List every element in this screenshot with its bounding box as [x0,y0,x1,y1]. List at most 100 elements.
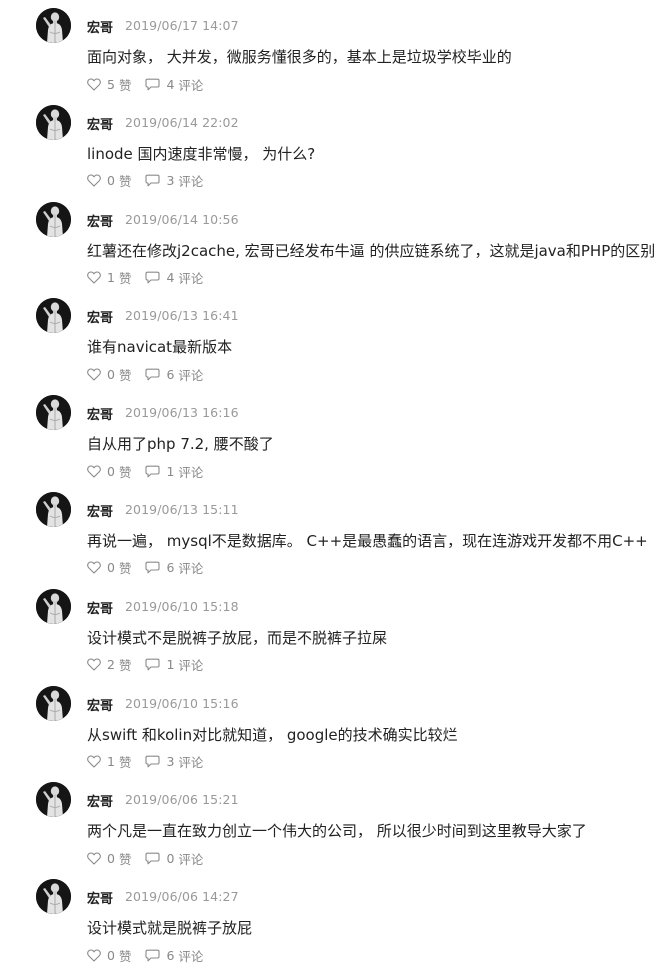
comment-button[interactable]: 6 评论 [145,946,203,965]
comment-label: 评论 [178,658,204,674]
post-timestamp: 2019/06/10 15:18 [125,598,239,614]
comment-icon [145,852,161,865]
avatar[interactable] [36,879,71,915]
comment-button[interactable]: 0 评论 [145,849,203,868]
heart-icon [87,271,101,284]
comment-label: 评论 [178,948,204,964]
author-name[interactable]: 宏哥 [87,598,113,617]
comment-icon [145,271,161,284]
post-content[interactable]: 谁有navicat最新版本 [87,336,232,357]
statue-avatar-icon [36,201,71,237]
comment-icon [145,949,161,962]
comment-count: 4 [166,76,175,92]
avatar[interactable] [36,782,71,818]
like-label: 赞 [118,174,132,190]
comment-button[interactable]: 1 评论 [145,655,203,674]
post-content[interactable]: 设计模式就是脱裤子放屁 [87,917,252,938]
avatar[interactable] [36,298,71,334]
post-content[interactable]: 从swift 和kolin对比就知道， google的技术确实比较烂 [87,724,458,745]
avatar[interactable] [36,395,71,431]
post-content[interactable]: 再说一遍， mysql不是数据库。 C++是最愚蠢的语言，现在连游戏开发都不用C… [87,530,648,551]
post-content[interactable]: 两个凡是一直在致力创立一个伟大的公司， 所以很少时间到这里教导大家了 [87,820,587,841]
post-actions: 0 赞 3 评论 [87,173,217,189]
like-button[interactable]: 0 赞 [87,849,131,868]
heart-icon [87,368,101,381]
author-name[interactable]: 宏哥 [87,888,113,907]
post-timestamp: 2019/06/14 10:56 [125,211,239,227]
post-item: 宏哥 2019/06/17 14:07 面向对象， 大并发，微服务懂很多的，基本… [0,0,668,97]
post-item: 宏哥 2019/06/06 15:21 两个凡是一直在致力创立一个伟大的公司， … [0,774,668,871]
avatar[interactable] [36,685,71,721]
comment-label: 评论 [178,755,204,771]
post-timestamp: 2019/06/13 16:41 [125,308,239,324]
post-actions: 0 赞 6 评论 [87,946,217,965]
like-count: 0 [107,463,115,479]
statue-avatar-icon [36,491,71,527]
author-name[interactable]: 宏哥 [87,211,113,230]
like-label: 赞 [118,464,132,480]
author-name[interactable]: 宏哥 [87,307,113,326]
post-content[interactable]: linode 国内速度非常慢， 为什么? [87,143,315,164]
author-name[interactable]: 宏哥 [87,17,113,36]
post-content[interactable]: 面向对象， 大并发，微服务懂很多的，基本上是垃圾学校毕业的 [87,46,512,67]
author-name[interactable]: 宏哥 [87,404,113,423]
comment-button[interactable]: 4 评论 [145,268,203,287]
comment-icon [145,658,161,671]
like-button[interactable]: 1 赞 [87,268,131,287]
author-name[interactable]: 宏哥 [87,114,113,133]
author-name[interactable]: 宏哥 [87,791,113,810]
post-content[interactable]: 自从用了php 7.2, 腰不酸了 [87,433,274,454]
post-timestamp: 2019/06/06 15:21 [125,792,239,808]
like-button[interactable]: 0 赞 [87,365,131,384]
post-timestamp: 2019/06/14 22:02 [125,114,239,130]
statue-avatar-icon [36,782,71,818]
post-item: 宏哥 2019/06/14 10:56 红薯还在修改j2cache, 宏哥已经发… [0,194,668,291]
post-actions: 0 赞 0 评论 [87,849,217,868]
post-content[interactable]: 红薯还在修改j2cache, 宏哥已经发布牛逼 的供应链系统了，这就是java和… [87,240,655,261]
like-button[interactable]: 0 赞 [87,171,131,190]
comment-button[interactable]: 3 评论 [145,752,203,771]
like-count: 0 [107,366,115,382]
like-count: 0 [107,173,115,189]
comment-button[interactable]: 3 评论 [145,171,203,190]
comment-count: 6 [166,947,175,963]
statue-avatar-icon [36,879,71,915]
like-count: 2 [107,657,115,673]
like-button[interactable]: 0 赞 [87,462,131,481]
statue-avatar-icon [36,588,71,624]
heart-icon [87,949,101,962]
heart-icon [87,77,101,91]
like-button[interactable]: 2 赞 [87,655,131,674]
comment-button[interactable]: 6 评论 [145,558,203,577]
author-name[interactable]: 宏哥 [87,695,113,714]
post-timestamp: 2019/06/13 16:16 [125,405,239,421]
author-name[interactable]: 宏哥 [87,501,113,520]
avatar[interactable] [36,588,71,624]
comment-label: 评论 [178,271,204,287]
avatar[interactable] [36,104,71,140]
like-button[interactable]: 0 赞 [87,558,131,577]
like-count: 1 [107,754,115,770]
statue-avatar-icon [36,104,71,140]
post-timestamp: 2019/06/17 14:07 [125,18,239,33]
comment-button[interactable]: 1 评论 [145,462,203,481]
comment-icon [145,755,161,768]
avatar[interactable] [36,8,71,43]
comment-icon [145,465,161,478]
comment-count: 3 [166,173,175,189]
post-content[interactable]: 设计模式不是脱裤子放屁，而是不脱裤子拉屎 [87,627,387,648]
comment-button[interactable]: 6 评论 [145,365,203,384]
post-actions: 5 赞 4 评论 [87,75,217,94]
post-item: 宏哥 2019/06/14 22:02 linode 国内速度非常慢， 为什么?… [0,97,668,194]
avatar[interactable] [36,201,71,237]
avatar[interactable] [36,491,71,527]
comment-button[interactable]: 4 评论 [145,75,203,94]
like-button[interactable]: 0 赞 [87,946,131,965]
comment-count: 4 [166,270,175,286]
like-button[interactable]: 5 赞 [87,75,131,94]
like-button[interactable]: 1 赞 [87,752,131,771]
post-timestamp: 2019/06/13 15:11 [125,501,239,517]
comment-label: 评论 [178,174,204,190]
comment-label: 评论 [178,77,204,93]
like-count: 0 [107,947,115,963]
